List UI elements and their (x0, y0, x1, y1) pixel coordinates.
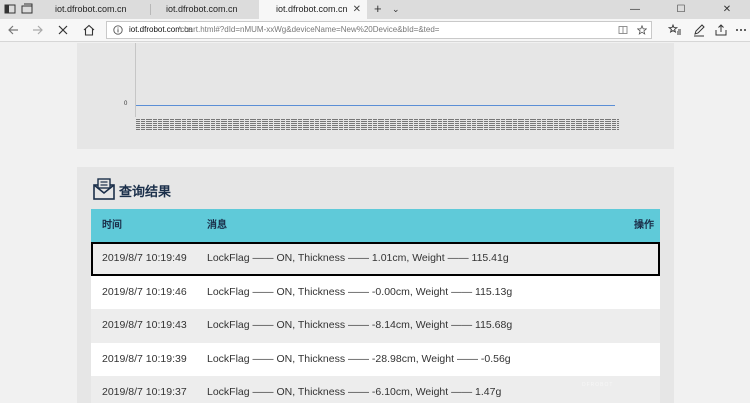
row-time: 2019/8/7 10:19:43 (102, 319, 187, 331)
table-header: 时间 消息 操作 (91, 209, 660, 242)
table-row[interactable]: 2019/8/7 10:19:46 LockFlag —— ON, Thickn… (91, 275, 660, 309)
home-icon[interactable] (82, 23, 96, 37)
column-header-message: 消息 (207, 220, 227, 231)
row-time: 2019/8/7 10:19:39 (102, 352, 187, 365)
table-row[interactable]: 2019/8/7 10:19:39 LockFlag —— ON, Thickn… (91, 342, 660, 376)
results-table: 时间 消息 操作 2019/8/7 10:19:49 LockFlag —— O… (91, 209, 660, 403)
pen-icon[interactable] (692, 23, 706, 37)
chart-series-line (136, 105, 615, 106)
close-window-button[interactable]: ✕ (704, 0, 750, 19)
favorites-list-icon[interactable] (668, 23, 682, 37)
tabs-aside-icon[interactable] (4, 3, 16, 15)
reading-view-icon[interactable] (618, 25, 628, 35)
chart-panel: 0 (77, 43, 674, 149)
row-message: LockFlag —— ON, Thickness —— -8.14cm, We… (207, 319, 513, 331)
y-tick-label-0: 0 (124, 101, 128, 107)
column-header-action: 操作 (634, 220, 654, 231)
dfrobot-watermark-logo: DF DFROBOT (582, 363, 613, 388)
table-row[interactable]: 2019/8/7 10:19:37 LockFlag —— ON, Thickn… (91, 376, 660, 403)
url-path: /chart.html#?dId=nMUM-xxWg&deviceName=Ne… (178, 25, 440, 34)
watermark-text: DF (582, 363, 604, 380)
new-tab-button[interactable]: + (374, 0, 382, 18)
x-tick-label (616, 119, 619, 131)
minimize-button[interactable]: — (612, 0, 658, 19)
browser-toolbar: iot.dfrobot.com.cn /chart.html#?dId=nMUM… (0, 19, 750, 42)
back-arrow-icon[interactable] (6, 23, 20, 37)
tab-2-title: iot.dfrobot.com.cn (166, 4, 238, 14)
tab-3-title: iot.dfrobot.com.cn (276, 4, 348, 14)
address-bar[interactable]: iot.dfrobot.com.cn /chart.html#?dId=nMUM… (106, 21, 652, 39)
row-message: LockFlag —— ON, Thickness —— -28.98cm, W… (207, 352, 511, 365)
mail-envelope-icon (92, 177, 116, 201)
results-title: 查询结果 (119, 184, 172, 199)
tab-1-title: iot.dfrobot.com.cn (55, 4, 127, 14)
column-header-time: 时间 (102, 220, 122, 231)
row-message: LockFlag —— ON, Thickness —— -6.10cm, We… (207, 386, 502, 398)
tab-3-active[interactable]: iot.dfrobot.com.cn ✕ (259, 0, 367, 19)
info-icon[interactable] (113, 25, 123, 35)
row-time: 2019/8/7 10:19:49 (102, 252, 187, 264)
table-row[interactable]: 2019/8/7 10:19:43 LockFlag —— ON, Thickn… (91, 309, 660, 343)
tab-menu-chevron-icon[interactable]: ⌄ (392, 0, 400, 19)
browser-tab-bar: iot.dfrobot.com.cn iot.dfrobot.com.cn io… (0, 0, 750, 19)
tab-close-icon[interactable]: ✕ (353, 0, 361, 19)
stop-x-icon[interactable] (56, 23, 70, 37)
chart-x-tick-labels (136, 119, 621, 133)
row-time: 2019/8/7 10:19:37 (102, 386, 187, 398)
more-dots-icon[interactable] (734, 23, 748, 37)
forward-arrow-icon[interactable] (31, 23, 45, 37)
row-message: LockFlag —— ON, Thickness —— 1.01cm, Wei… (207, 252, 509, 264)
table-row[interactable]: 2019/8/7 10:19:49 LockFlag —— ON, Thickn… (91, 242, 660, 276)
tab-preview-icon[interactable] (21, 3, 33, 15)
maximize-button[interactable]: ☐ (658, 0, 704, 19)
row-message: LockFlag —— ON, Thickness —— -0.00cm, We… (207, 285, 513, 298)
row-time: 2019/8/7 10:19:46 (102, 285, 187, 298)
star-icon[interactable] (637, 25, 647, 35)
tab-2[interactable]: iot.dfrobot.com.cn (151, 0, 259, 19)
share-icon[interactable] (714, 23, 728, 37)
watermark-subtext: DFROBOT (582, 382, 614, 388)
tab-1[interactable]: iot.dfrobot.com.cn (40, 0, 146, 19)
page-viewport: 0 查询结果 时间 消息 操作 2019/8/7 10:19:49 LockFl… (0, 43, 750, 403)
